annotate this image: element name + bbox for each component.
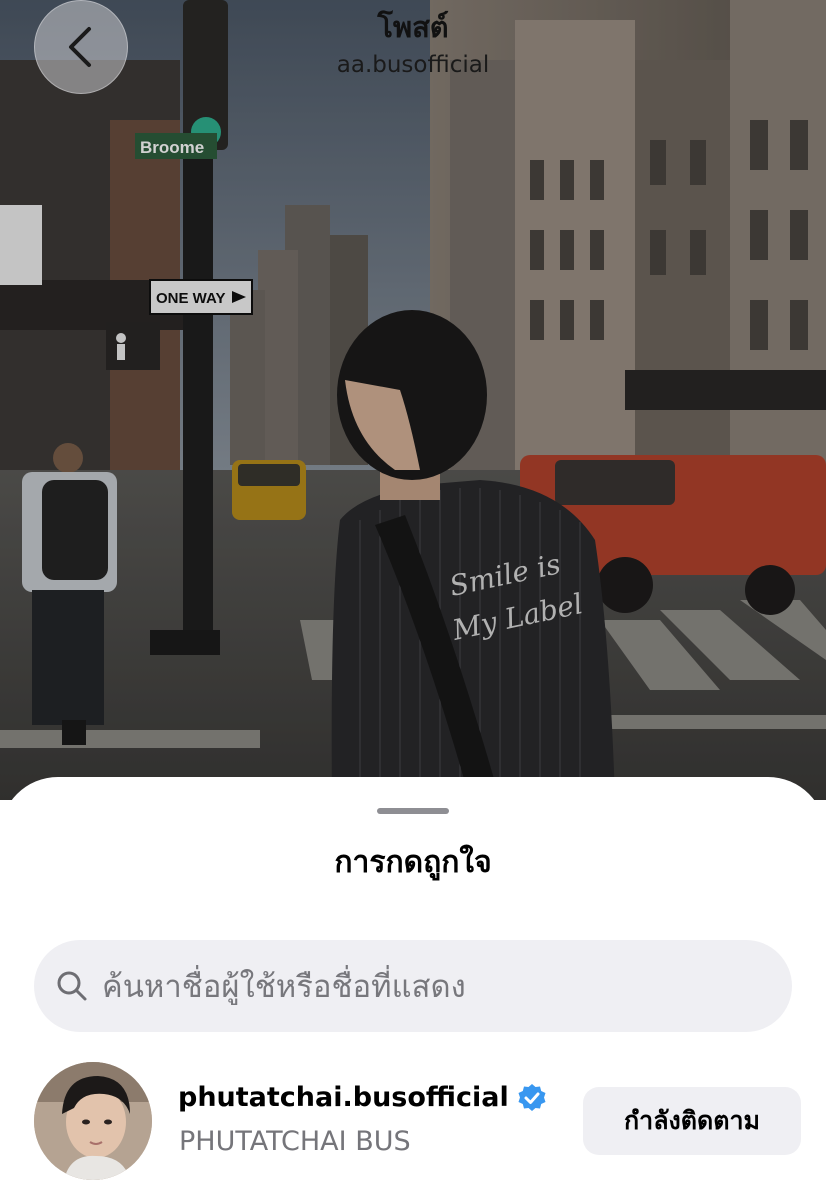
page-title: โพสต์ [377,10,449,44]
sheet-title: การกดถูกใจ [334,845,492,880]
sheet-grabber[interactable] [377,808,449,814]
search-bar[interactable] [34,940,792,1034]
username[interactable]: phutatchai.busofficial [178,1082,509,1113]
screen: Broome ONE WAY Smile is My Label โพสต์ a… [0,0,826,1199]
likes-sheet: การกดถูกใจ ค้นหาชื่อผู้ใช้หรือชื่อที่แสด… [0,777,826,1199]
username-line: phutatchai.busofficial [178,1082,547,1113]
avatar[interactable] [34,1062,152,1180]
display-name: PHUTATCHAI BUS [179,1126,411,1157]
header: โพสต์ aa.busofficial [0,0,826,100]
post-photo: Broome ONE WAY Smile is My Label [0,0,826,800]
search-icon [57,971,87,1001]
following-button[interactable]: กำลังติดตาม [583,1087,801,1155]
search-input[interactable] [100,940,774,1034]
page-subtitle[interactable]: aa.busofficial [0,52,826,78]
user-row[interactable]: phutatchai.busofficial PHUTATCHAI BUS กำ… [0,1060,826,1190]
photo-dim-overlay [0,0,826,800]
verified-badge-icon [518,1083,546,1111]
